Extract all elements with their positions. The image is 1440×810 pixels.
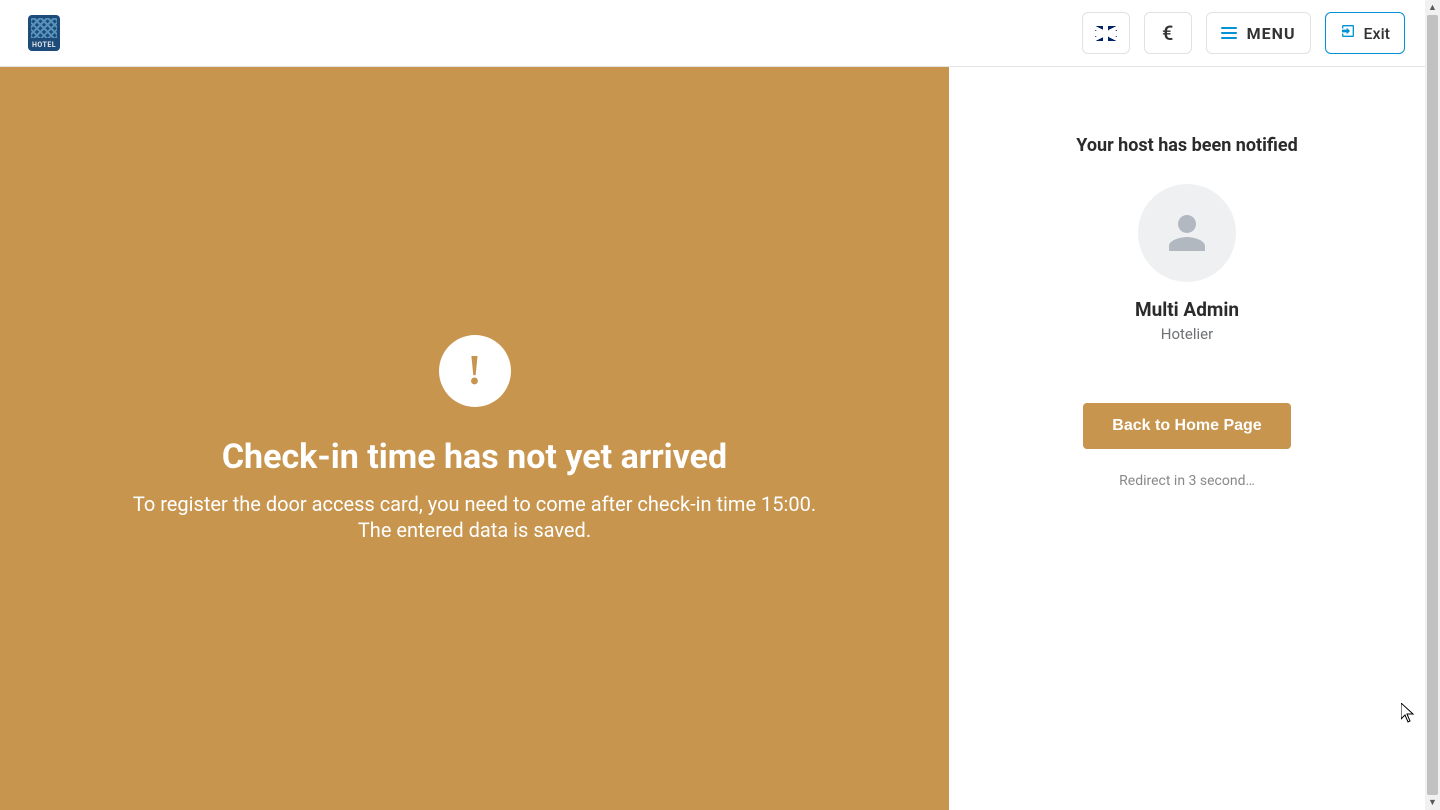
menu-label: MENU <box>1247 24 1296 43</box>
header-bar: HOTEL € MENU Exit <box>0 0 1425 67</box>
right-pane: Your host has been notified Multi Admin … <box>949 67 1425 810</box>
header-actions: € MENU Exit <box>1082 12 1405 54</box>
person-icon <box>1165 211 1209 255</box>
redirect-text: Redirect in 3 second… <box>1119 473 1255 489</box>
vertical-scrollbar[interactable]: ▲ ▼ <box>1425 0 1440 810</box>
alert-glyph: ! <box>468 350 482 392</box>
main-content: ! Check-in time has not yet arrived To r… <box>0 67 1425 810</box>
app-logo-text: HOTEL <box>32 41 56 49</box>
uk-flag-icon <box>1095 26 1117 41</box>
left-title: Check-in time has not yet arrived <box>222 437 727 477</box>
back-to-home-button[interactable]: Back to Home Page <box>1083 403 1291 449</box>
host-name: Multi Admin <box>1135 298 1239 321</box>
scrollbar-arrow-down-icon[interactable]: ▼ <box>1425 795 1440 810</box>
scrollbar-arrow-up-icon[interactable]: ▲ <box>1425 0 1440 15</box>
scrollbar-thumb[interactable] <box>1427 15 1438 795</box>
exit-label: Exit <box>1364 24 1391 43</box>
language-button[interactable] <box>1082 12 1130 54</box>
currency-button[interactable]: € <box>1144 12 1192 54</box>
left-pane: ! Check-in time has not yet arrived To r… <box>0 67 949 810</box>
notify-title: Your host has been notified <box>1076 135 1297 156</box>
host-avatar <box>1138 184 1236 282</box>
left-subtitle: To register the door access card, you ne… <box>133 491 816 543</box>
exit-icon <box>1340 23 1356 43</box>
alert-icon: ! <box>439 335 511 407</box>
left-subtitle-line2: The entered data is saved. <box>133 517 816 543</box>
hamburger-icon <box>1221 27 1237 39</box>
exit-button[interactable]: Exit <box>1325 12 1406 54</box>
left-subtitle-line1: To register the door access card, you ne… <box>133 491 816 517</box>
currency-symbol: € <box>1162 21 1173 45</box>
menu-button[interactable]: MENU <box>1206 12 1311 54</box>
host-role: Hotelier <box>1161 325 1213 343</box>
app-logo[interactable]: HOTEL <box>28 15 60 51</box>
